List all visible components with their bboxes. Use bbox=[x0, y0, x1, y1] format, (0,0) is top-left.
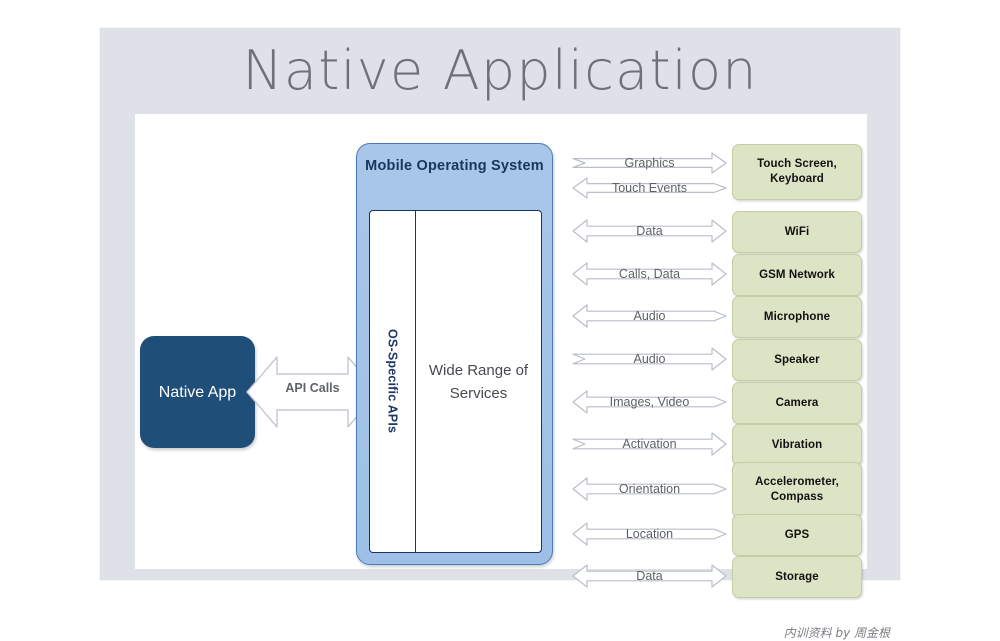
capability-arrow-8[interactable]: Activation bbox=[572, 432, 727, 456]
device-box-label: Camera bbox=[775, 396, 819, 409]
capability-arrow-label: Activation bbox=[622, 437, 677, 451]
os-inner-panel: OS-Specific APIs Wide Range of Services bbox=[369, 210, 542, 553]
capability-arrow-label: Data bbox=[636, 569, 663, 583]
capability-arrow-10[interactable]: Location bbox=[572, 522, 727, 546]
capability-arrow-5[interactable]: Audio bbox=[572, 304, 727, 328]
capability-arrow-label: Touch Events bbox=[611, 181, 688, 195]
device-box-label: Vibration bbox=[771, 438, 823, 451]
capability-arrow-label: Orientation bbox=[618, 482, 681, 496]
device-box-label: GPS bbox=[784, 528, 810, 541]
capability-arrow-label: Data bbox=[636, 224, 663, 238]
device-box-11[interactable]: Storage bbox=[732, 556, 862, 598]
footer-attribution: 内训资料 by 周金根 bbox=[783, 626, 890, 640]
native-app-box[interactable]: Native App bbox=[140, 336, 255, 448]
device-box-8[interactable]: Vibration bbox=[732, 424, 862, 466]
presentation-slide: Native Application Native App API Calls … bbox=[100, 28, 900, 640]
wide-range-services-column[interactable]: Wide Range of Services bbox=[416, 211, 541, 552]
device-box-label: Touch Screen, Keyboard bbox=[757, 158, 837, 185]
device-box-9[interactable]: Accelerometer, Compass bbox=[732, 462, 862, 518]
capability-arrow-label: Graphics bbox=[624, 156, 675, 170]
device-box-label: WiFi bbox=[784, 225, 810, 238]
device-box-label: Storage bbox=[775, 570, 819, 583]
capability-arrow-2[interactable]: Touch Events bbox=[572, 177, 727, 199]
capability-arrow-4[interactable]: Calls, Data bbox=[572, 262, 727, 286]
device-box-3[interactable]: WiFi bbox=[732, 211, 862, 253]
device-box-6[interactable]: Speaker bbox=[732, 339, 862, 381]
diagram-canvas: Native App API Calls Mobile Operating Sy… bbox=[135, 114, 867, 598]
capability-arrow-6[interactable]: Audio bbox=[572, 347, 727, 371]
capability-arrow-label: Calls, Data bbox=[618, 267, 681, 281]
native-app-label: Native App bbox=[158, 383, 237, 401]
device-box-label: Microphone bbox=[763, 310, 831, 323]
capability-arrow-label: Audio bbox=[633, 309, 666, 323]
wide-range-services-label: Wide Range of Services bbox=[428, 361, 529, 402]
capability-arrow-11[interactable]: Data bbox=[572, 564, 727, 588]
mobile-operating-system-box[interactable]: Mobile Operating System OS-Specific APIs… bbox=[356, 143, 553, 565]
device-box-label: Accelerometer, Compass bbox=[755, 476, 839, 503]
device-box-7[interactable]: Camera bbox=[732, 382, 862, 424]
capability-arrow-1[interactable]: Graphics bbox=[572, 152, 727, 174]
device-box-label: GSM Network bbox=[759, 268, 835, 281]
os-specific-apis-column[interactable]: OS-Specific APIs bbox=[370, 211, 416, 552]
device-box-label: Speaker bbox=[774, 353, 820, 366]
device-box-10[interactable]: GPS bbox=[732, 514, 862, 556]
device-box-4[interactable]: GSM Network bbox=[732, 254, 862, 296]
mobile-os-title: Mobile Operating System bbox=[365, 158, 544, 174]
os-specific-apis-label: OS-Specific APIs bbox=[385, 329, 400, 434]
device-box-5[interactable]: Microphone bbox=[732, 296, 862, 338]
capability-arrow-label: Location bbox=[625, 527, 674, 541]
capability-arrow-label: Images, Video bbox=[609, 395, 690, 409]
capability-arrow-3[interactable]: Data bbox=[572, 219, 727, 243]
page-title: Native Application bbox=[242, 39, 758, 102]
capability-arrow-label: Audio bbox=[633, 352, 666, 366]
capability-arrow-9[interactable]: Orientation bbox=[572, 477, 727, 501]
device-box-1[interactable]: Touch Screen, Keyboard bbox=[732, 144, 862, 200]
capability-arrow-7[interactable]: Images, Video bbox=[572, 390, 727, 414]
